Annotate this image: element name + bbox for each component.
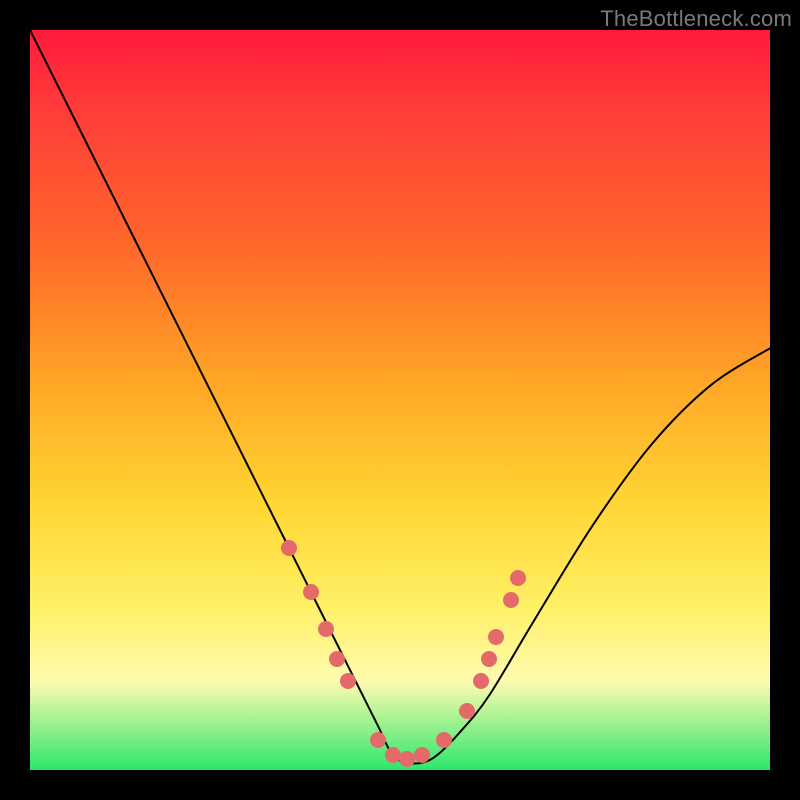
data-marker <box>503 592 519 608</box>
chart-stage: TheBottleneck.com <box>0 0 800 800</box>
data-marker <box>510 570 526 586</box>
data-marker <box>481 651 497 667</box>
watermark-text: TheBottleneck.com <box>600 6 792 32</box>
bottleneck-curve <box>30 30 770 770</box>
data-marker <box>329 651 345 667</box>
data-marker <box>281 540 297 556</box>
data-marker <box>488 629 504 645</box>
data-marker <box>385 747 401 763</box>
data-marker <box>459 703 475 719</box>
plot-area <box>30 30 770 770</box>
